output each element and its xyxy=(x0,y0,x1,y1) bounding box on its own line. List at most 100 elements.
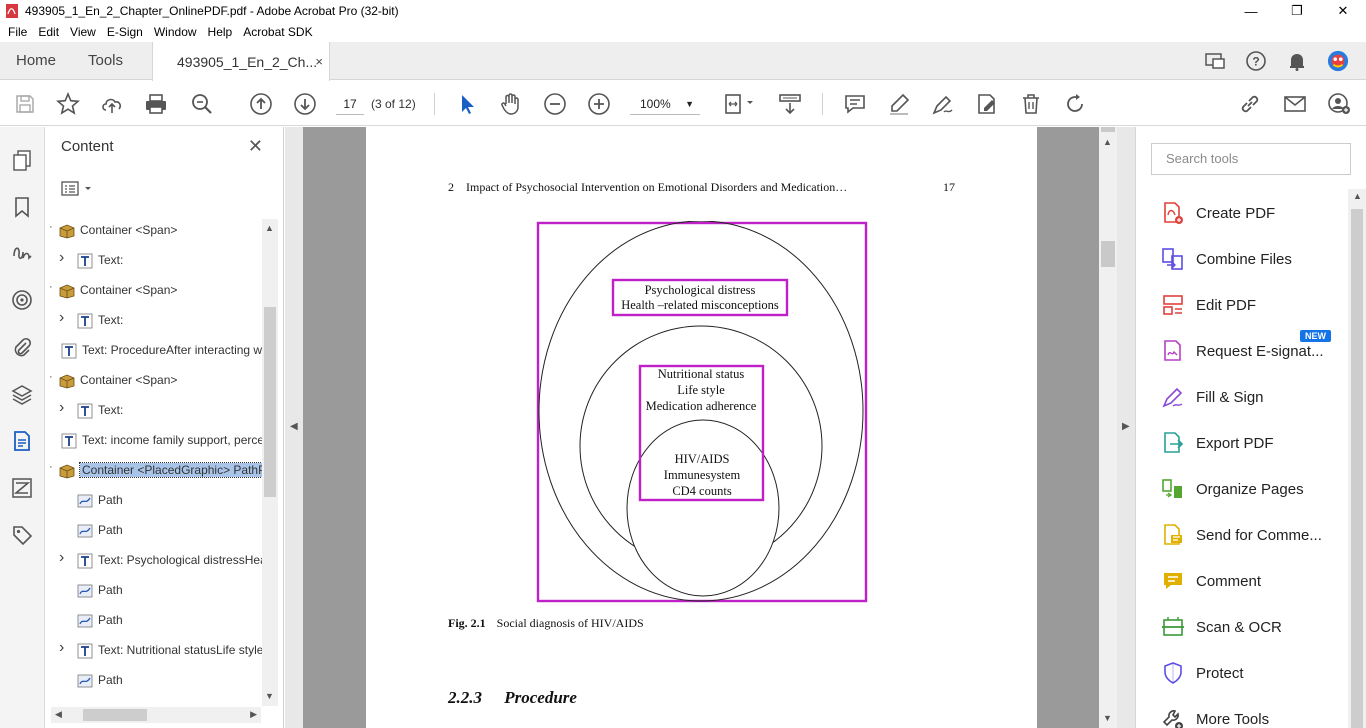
scroll-left-icon[interactable]: ◀ xyxy=(55,709,62,720)
tree-horizontal-scrollbar[interactable]: ◀ ▶ xyxy=(51,707,261,723)
add-user-icon[interactable] xyxy=(1327,92,1351,116)
tree-expander-icon[interactable]: · xyxy=(49,461,53,473)
options-menu-button[interactable] xyxy=(61,179,97,199)
chevron-right-icon[interactable]: › xyxy=(59,549,64,567)
chevron-right-icon[interactable]: › xyxy=(59,639,64,657)
save-icon[interactable] xyxy=(13,92,37,116)
zoom-in-icon[interactable] xyxy=(587,92,611,116)
menu-acrobat-sdk[interactable]: Acrobat SDK xyxy=(239,25,316,39)
edit-document-icon[interactable] xyxy=(975,92,999,116)
page-fit-icon[interactable] xyxy=(722,92,758,116)
select-cursor-icon[interactable] xyxy=(455,92,479,116)
chevron-right-icon[interactable]: › xyxy=(59,309,64,327)
next-page-icon[interactable] xyxy=(293,92,317,116)
avatar-icon[interactable] xyxy=(1327,50,1349,72)
scroll-up-icon[interactable]: ▲ xyxy=(265,223,274,233)
destinations-icon[interactable] xyxy=(10,288,34,312)
help-icon[interactable]: ? xyxy=(1245,50,1267,72)
scroll-right-icon[interactable]: ▶ xyxy=(250,709,257,720)
tools-scrollbar[interactable]: ▲ xyxy=(1348,189,1366,728)
tool-send-comment[interactable]: Send for Comme... xyxy=(1160,521,1346,549)
close-panel-icon[interactable]: ✕ xyxy=(248,136,263,157)
tree-row[interactable]: Path xyxy=(45,489,262,513)
tree-row[interactable]: Text: income family support, perce xyxy=(45,429,262,453)
close-tab-icon[interactable]: × xyxy=(315,54,323,69)
layers-icon[interactable] xyxy=(10,383,34,407)
tool-scan-ocr[interactable]: Scan & OCR xyxy=(1160,613,1346,641)
tree-row[interactable]: · Container <PlacedGraphic> PathP xyxy=(45,459,262,483)
scroll-mode-icon[interactable] xyxy=(778,92,802,116)
star-icon[interactable] xyxy=(56,92,80,116)
sign-pen-icon[interactable] xyxy=(931,92,955,116)
rotate-icon[interactable] xyxy=(1063,92,1087,116)
tool-create-pdf[interactable]: Create PDF xyxy=(1160,199,1346,227)
scrollbar-thumb[interactable] xyxy=(264,307,276,497)
tree-row[interactable]: › Text: xyxy=(45,399,262,423)
document-view[interactable]: 2 Impact of Psychosocial Intervention on… xyxy=(303,127,1099,728)
print-icon[interactable] xyxy=(144,92,168,116)
search-tools-input[interactable]: Search tools xyxy=(1151,143,1351,175)
tree-row[interactable]: Path xyxy=(45,579,262,603)
menu-view[interactable]: View xyxy=(66,25,100,39)
scroll-down-icon[interactable]: ▼ xyxy=(1103,713,1112,723)
bell-icon[interactable] xyxy=(1286,50,1308,72)
tree-vertical-scrollbar[interactable]: ▲ ▼ xyxy=(262,219,278,706)
collapse-left-pane-button[interactable]: ◀ xyxy=(285,127,303,728)
tab-document[interactable]: 493905_1_En_2_Ch... × xyxy=(152,42,330,81)
tree-row[interactable]: Path xyxy=(45,519,262,543)
upload-cloud-icon[interactable] xyxy=(100,92,124,116)
bookmark-icon[interactable] xyxy=(10,195,34,219)
previous-page-icon[interactable] xyxy=(249,92,273,116)
tool-export-pdf[interactable]: Export PDF xyxy=(1160,429,1346,457)
attachment-icon[interactable] xyxy=(10,335,34,359)
tree-row[interactable]: › Text: xyxy=(45,309,262,333)
minimize-button[interactable]: — xyxy=(1228,0,1274,22)
tree-row[interactable]: · Container <Span> xyxy=(45,279,262,303)
chevron-right-icon[interactable]: › xyxy=(59,399,64,417)
collapse-right-pane-button[interactable]: ▶ xyxy=(1117,127,1135,728)
menu-window[interactable]: Window xyxy=(150,25,201,39)
tree-row[interactable]: · Container <Span> xyxy=(45,219,262,243)
menu-edit[interactable]: Edit xyxy=(34,25,63,39)
order-icon[interactable] xyxy=(10,476,34,500)
tool-organize-pages[interactable]: Organize Pages xyxy=(1160,475,1346,503)
comment-tool-icon[interactable] xyxy=(843,92,867,116)
tree-expander-icon[interactable]: · xyxy=(49,371,53,383)
search-zoom-icon[interactable] xyxy=(190,92,214,116)
tree-expander-icon[interactable]: · xyxy=(49,281,53,293)
tool-comment[interactable]: Comment xyxy=(1160,567,1346,595)
tab-tools[interactable]: Tools xyxy=(88,42,123,80)
chevron-right-icon[interactable]: › xyxy=(59,249,64,267)
scrollbar-thumb[interactable] xyxy=(1101,241,1115,267)
scrollbar-thumb[interactable] xyxy=(1351,209,1363,728)
scroll-up-icon[interactable]: ▲ xyxy=(1353,191,1362,201)
tool-combine-files[interactable]: Combine Files xyxy=(1160,245,1346,273)
tree-row[interactable]: › Text: Nutritional statusLife style xyxy=(45,639,262,663)
page-number-input[interactable]: 17 xyxy=(336,93,364,115)
content-panel-icon[interactable] xyxy=(10,429,34,453)
tree-row[interactable]: Path xyxy=(45,609,262,633)
mail-icon[interactable] xyxy=(1283,92,1307,116)
scroll-up-icon[interactable]: ▲ xyxy=(1103,137,1112,147)
menu-help[interactable]: Help xyxy=(204,25,237,39)
zoom-out-icon[interactable] xyxy=(543,92,567,116)
tool-protect[interactable]: Protect xyxy=(1160,659,1346,687)
tree-row[interactable]: · Container <Span> xyxy=(45,369,262,393)
close-window-button[interactable]: ✕ xyxy=(1320,0,1366,22)
signature-icon[interactable] xyxy=(10,241,34,265)
tree-row[interactable]: › Text: xyxy=(45,249,262,273)
tree-expander-icon[interactable]: · xyxy=(49,221,53,233)
document-vertical-scrollbar[interactable]: ▲ ▼ xyxy=(1099,127,1117,728)
tags-icon[interactable] xyxy=(10,523,34,547)
menu-file[interactable]: File xyxy=(4,25,31,39)
maximize-button[interactable]: ❐ xyxy=(1274,0,1320,22)
zoom-level-select[interactable]: 100% ▼ xyxy=(630,93,700,115)
tool-more-tools[interactable]: More Tools xyxy=(1160,705,1346,728)
page-thumbnails-icon[interactable] xyxy=(10,148,34,172)
share-screen-icon[interactable] xyxy=(1204,50,1226,72)
tool-edit-pdf[interactable]: Edit PDF xyxy=(1160,291,1346,319)
link-icon[interactable] xyxy=(1238,92,1262,116)
scrollbar-thumb[interactable] xyxy=(83,709,147,721)
delete-icon[interactable] xyxy=(1019,92,1043,116)
tool-fill-sign[interactable]: Fill & Sign xyxy=(1160,383,1346,411)
